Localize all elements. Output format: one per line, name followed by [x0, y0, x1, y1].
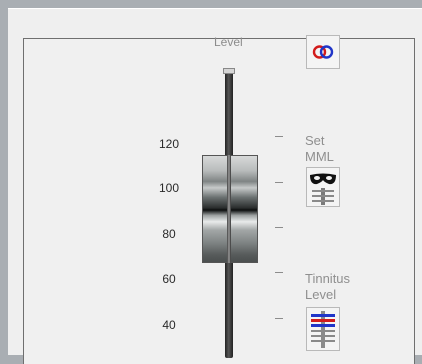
fader-thumb-groove	[227, 155, 231, 263]
scale-tick-label: 80	[162, 227, 176, 241]
scale-tick-mark	[275, 272, 283, 273]
fader-track-cap	[223, 68, 235, 74]
scale-tick-mark	[275, 136, 283, 137]
scale-tick-label: 120	[158, 137, 180, 151]
mask-icon	[310, 173, 336, 205]
tinnitus-level-label: Tinnitus Level	[305, 271, 351, 302]
scale-tick-label: 60	[162, 272, 176, 286]
level-title: Level	[214, 35, 243, 49]
scale-tick-mark	[275, 227, 283, 228]
tinnitus-level-button[interactable]	[306, 307, 340, 351]
tinnitus-bars-icon	[311, 311, 335, 348]
scale-tick-mark	[275, 318, 283, 319]
set-mml-label: Set MML	[305, 133, 334, 164]
scale-tick-label: 40	[162, 318, 176, 332]
scale-tick-mark	[275, 182, 283, 183]
link-channels-button[interactable]	[306, 35, 340, 69]
scale-tick-label: 100	[158, 181, 180, 195]
linked-rings-icon	[312, 45, 334, 59]
set-mml-button[interactable]	[306, 167, 340, 207]
